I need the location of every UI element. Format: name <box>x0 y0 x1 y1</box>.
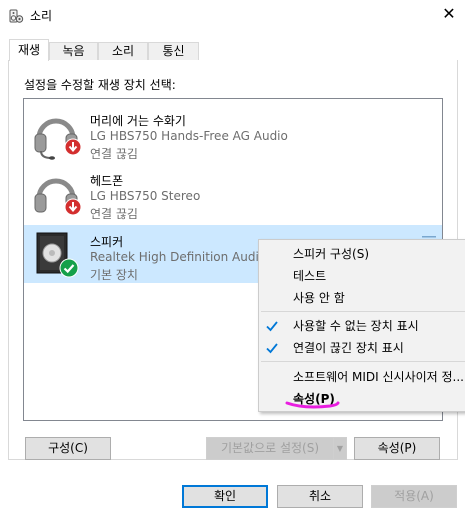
device-description: LG HBS750 Stereo <box>90 189 201 203</box>
ok-button[interactable]: 확인 <box>182 485 268 508</box>
device-status: 연결 끊김 <box>90 147 138 161</box>
instruction-label: 설정을 수정할 재생 장치 선택: <box>24 78 176 92</box>
apply-button: 적용(A) <box>371 485 457 508</box>
level-grip-icon <box>422 231 436 242</box>
default-check-icon <box>59 258 79 278</box>
device-name: 헤드폰 <box>90 174 124 188</box>
tab-recording[interactable]: 녹음 <box>49 42 98 61</box>
device-item-headphones[interactable]: 헤드폰 LG HBS750 Stereo 연결 끊김 <box>24 164 442 222</box>
menu-separator <box>261 311 465 312</box>
device-item-headset[interactable]: 머리에 거는 수화기 LG HBS750 Hands-Free AG Audio… <box>24 104 442 162</box>
device-description: Realtek High Definition Audio <box>90 250 267 264</box>
close-icon[interactable]: ✕ <box>438 3 460 25</box>
disconnected-arrow-icon <box>64 138 82 156</box>
set-default-dropdown: ▼ <box>333 437 347 460</box>
properties-button[interactable]: 속성(P) <box>354 437 440 460</box>
tab-playback[interactable]: 재생 <box>9 39 49 61</box>
menu-item-speaker-setup[interactable]: 스피커 구성(S) <box>293 245 369 262</box>
menu-item-software-midi-synth[interactable]: 소프트웨어 MIDI 신시사이저 정... <box>293 368 464 385</box>
context-menu: 스피커 구성(S) 테스트 사용 안 함 사용할 수 없는 장치 표시 연결이 … <box>258 239 465 412</box>
tab-communications[interactable]: 통신 <box>148 42 199 61</box>
set-default-button: 기본값으로 설정(S) <box>206 437 334 460</box>
tab-sounds[interactable]: 소리 <box>98 42 148 61</box>
check-icon <box>265 319 279 333</box>
speaker-settings-icon <box>8 8 24 24</box>
menu-item-show-disconnected-devices[interactable]: 연결이 끊긴 장치 표시 <box>293 339 404 356</box>
menu-item-test[interactable]: 테스트 <box>293 267 326 284</box>
menu-separator <box>261 361 465 362</box>
device-status: 연결 끊김 <box>90 207 138 221</box>
configure-button[interactable]: 구성(C) <box>25 437 111 460</box>
annotation-underline <box>284 399 340 409</box>
device-status: 기본 장치 <box>90 268 138 282</box>
device-name: 머리에 거는 수화기 <box>90 114 186 128</box>
window-title: 소리 <box>30 9 53 23</box>
device-description: LG HBS750 Hands-Free AG Audio <box>90 129 288 143</box>
device-name: 스피커 <box>90 235 124 249</box>
cancel-button[interactable]: 취소 <box>277 485 363 508</box>
check-icon <box>265 341 279 355</box>
disconnected-arrow-icon <box>64 198 82 216</box>
menu-item-disable[interactable]: 사용 안 함 <box>293 289 345 306</box>
menu-item-show-disabled-devices[interactable]: 사용할 수 없는 장치 표시 <box>293 317 419 334</box>
